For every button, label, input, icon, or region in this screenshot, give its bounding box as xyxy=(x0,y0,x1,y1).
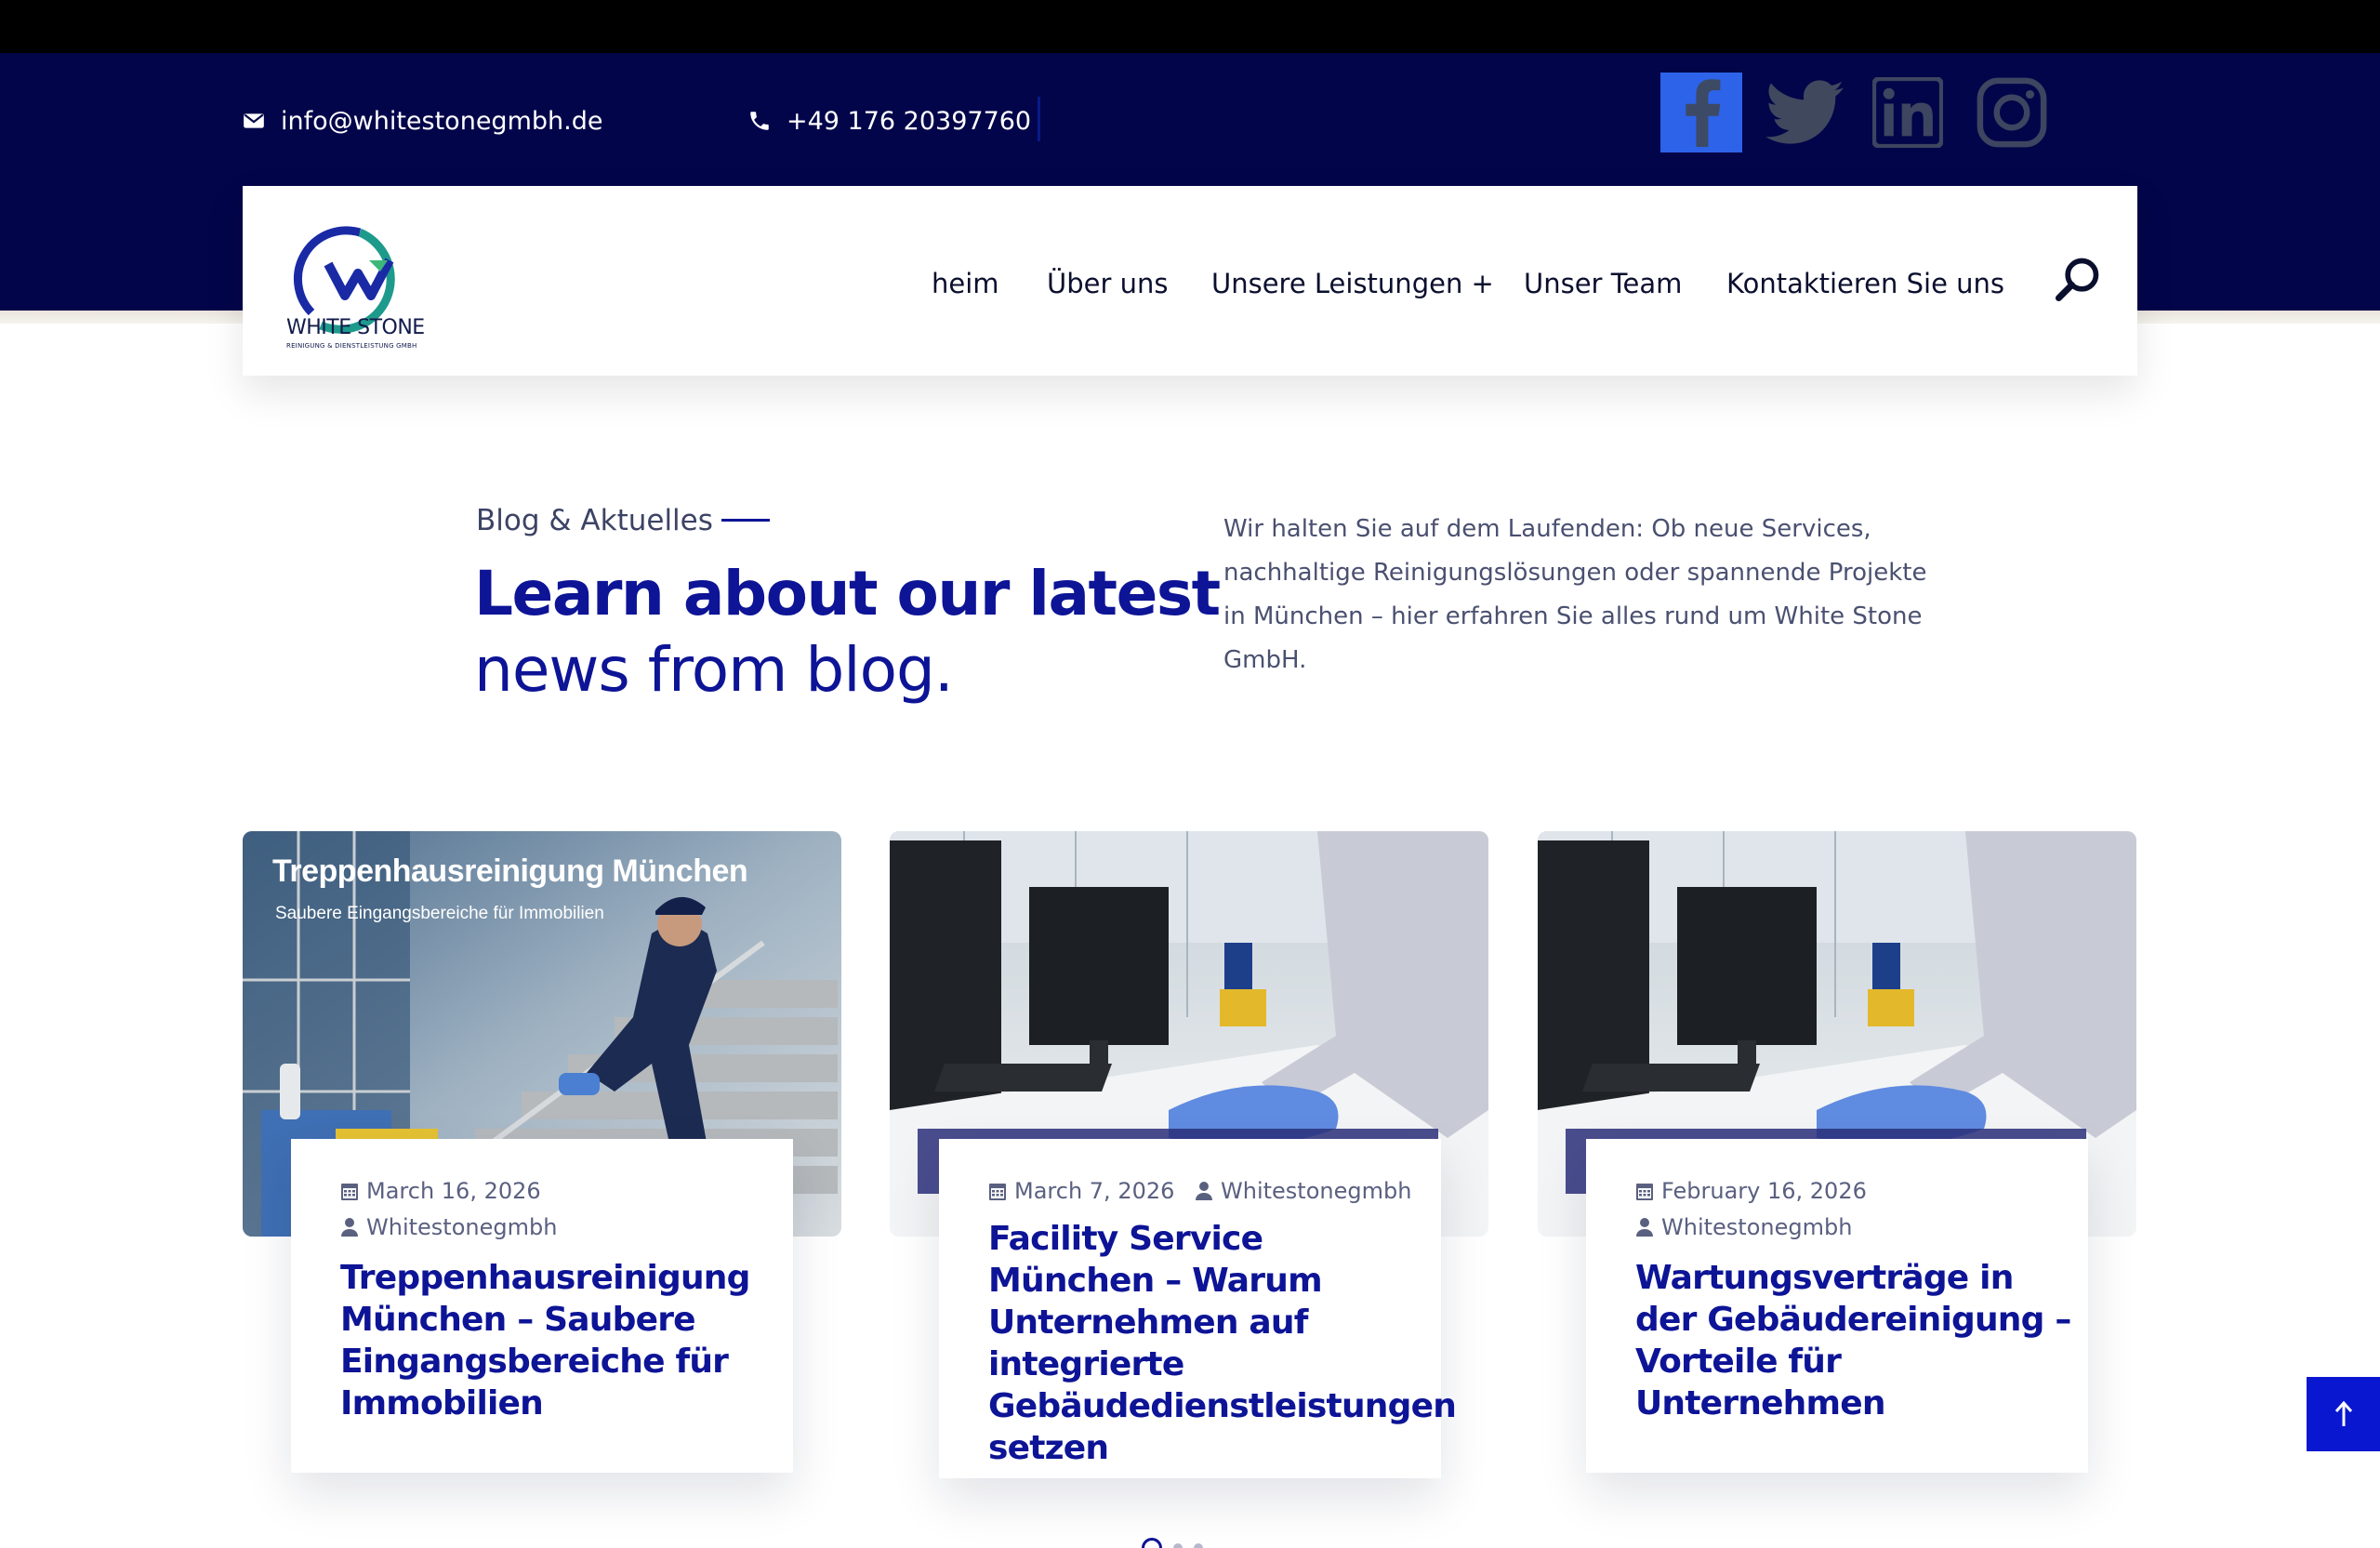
section-intro-text: Wir halten Sie auf dem Laufenden: Ob neu… xyxy=(1223,515,1927,674)
post-date-text: February 16, 2026 xyxy=(1661,1178,1867,1204)
logo-subtitle: REINIGUNG & DIENSTLEISTUNG GMBH xyxy=(286,342,417,350)
scroll-top-button[interactable] xyxy=(2307,1377,2380,1451)
logo-text: WHITE STONE REINIGUNG & DIENSTLEISTUNG G… xyxy=(286,316,435,350)
post-author[interactable]: Whitestonegmbh xyxy=(1635,1214,1852,1240)
post-author-text: Whitestonegmbh xyxy=(366,1214,558,1240)
linkedin-icon xyxy=(1872,77,1943,148)
post-card: February 16, 2026 Whitestonegmbh Wartung… xyxy=(1586,1139,2088,1473)
post-card: March 7, 2026 Whitestonegmbh Facility Se… xyxy=(939,1139,1457,1478)
post-title-link[interactable]: Facility Service München – Warum Unterne… xyxy=(988,1218,1457,1469)
post-date-text: March 7, 2026 xyxy=(1014,1178,1175,1204)
section-eyebrow: Blog & Aktuelles xyxy=(476,504,713,537)
instagram-icon xyxy=(1977,77,2047,148)
calendar-icon xyxy=(989,1184,1006,1200)
phone-icon xyxy=(750,112,769,130)
post-date: March 16, 2026 xyxy=(340,1178,541,1204)
post-author-text: Whitestonegmbh xyxy=(1661,1214,1853,1240)
carousel-dot[interactable] xyxy=(1173,1543,1183,1548)
post-author[interactable]: Whitestonegmbh xyxy=(1195,1178,1411,1204)
calendar-icon xyxy=(341,1184,358,1200)
section-headline-bold: Learn about our latest xyxy=(474,558,1221,629)
instagram-link[interactable] xyxy=(1971,73,2053,152)
post-author[interactable]: Whitestonegmbh xyxy=(340,1214,557,1240)
site-header: WHITE STONE REINIGUNG & DIENSTLEISTUNG G… xyxy=(243,186,2137,376)
contact-divider xyxy=(1038,97,1040,141)
carousel-dot-active[interactable] xyxy=(1142,1538,1162,1548)
nav-item-kontakt[interactable]: Kontaktieren Sie uns xyxy=(1726,260,2004,307)
post-date: February 16, 2026 xyxy=(1635,1178,1867,1204)
nav-item-unsere-leistungen[interactable]: Unsere Leistungen + xyxy=(1211,260,1494,307)
contact-email-text: info@whitestonegmbh.de xyxy=(281,106,603,136)
post-date-text: March 16, 2026 xyxy=(366,1178,541,1204)
arrow-up-icon xyxy=(2334,1400,2352,1426)
carousel-pagination xyxy=(1142,1538,1203,1548)
contact-phone-text: +49 176 20397760 xyxy=(787,106,1032,136)
contact-email-link[interactable]: info@whitestonegmbh.de xyxy=(242,102,602,139)
carousel-dot[interactable] xyxy=(1194,1543,1203,1548)
linkedin-link[interactable] xyxy=(1867,73,1949,152)
nav-item-heim[interactable]: heim xyxy=(932,260,999,307)
post-title-link[interactable]: Treppenhausreinigung München – Saubere E… xyxy=(340,1257,759,1424)
post-card: March 16, 2026 Whitestonegmbh Treppenhau… xyxy=(291,1139,793,1473)
image-overlay-subtitle: Saubere Eingangsbereiche für Immobilien xyxy=(275,904,604,923)
twitter-icon xyxy=(1765,80,1844,144)
facebook-icon xyxy=(1686,79,1721,147)
contact-phone-link[interactable]: +49 176 20397760 xyxy=(747,102,1031,139)
logo-title: WHITE STONE xyxy=(286,316,425,339)
nav-item-ueber-uns[interactable]: Über uns xyxy=(1047,260,1169,307)
section-headline-light: news from blog. xyxy=(474,634,954,706)
user-icon xyxy=(341,1218,358,1237)
user-icon xyxy=(1636,1218,1653,1237)
nav-item-unser-team[interactable]: Unser Team xyxy=(1524,260,1682,307)
facebook-link[interactable] xyxy=(1660,73,1742,152)
twitter-link[interactable] xyxy=(1764,73,1845,152)
post-author-text: Whitestonegmbh xyxy=(1221,1178,1412,1204)
eyebrow-line xyxy=(721,519,770,522)
search-icon[interactable] xyxy=(2054,255,2102,303)
post-date: March 7, 2026 xyxy=(988,1178,1174,1204)
user-icon xyxy=(1196,1182,1212,1200)
browser-top-strip xyxy=(0,0,2380,53)
mail-icon xyxy=(244,113,264,128)
image-overlay-title: Treppenhausreinigung München xyxy=(272,853,748,889)
post-title-link[interactable]: Wartungsverträge in der Gebäudereinigung… xyxy=(1635,1257,2072,1424)
calendar-icon xyxy=(1636,1184,1653,1200)
